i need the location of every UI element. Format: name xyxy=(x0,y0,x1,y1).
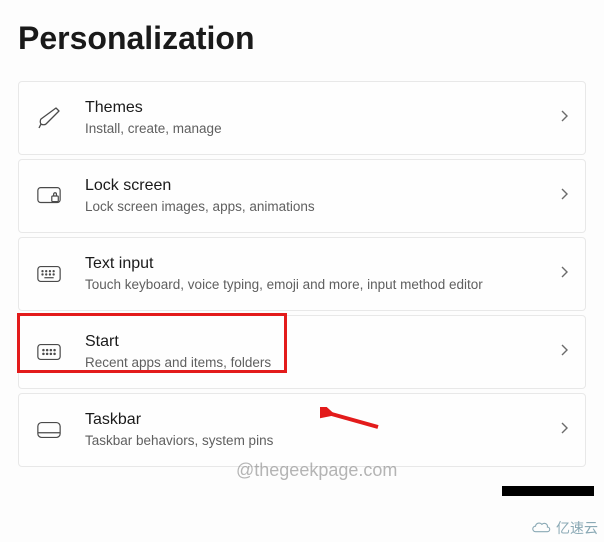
item-title: Start xyxy=(85,332,537,353)
watermark: @thegeekpage.com xyxy=(236,460,397,481)
item-desc: Taskbar behaviors, system pins xyxy=(85,432,537,450)
item-title: Themes xyxy=(85,98,537,119)
chevron-right-icon xyxy=(557,421,571,440)
item-desc: Lock screen images, apps, animations xyxy=(85,198,537,216)
item-desc: Recent apps and items, folders xyxy=(85,354,537,372)
chevron-right-icon xyxy=(557,343,571,362)
brand-watermark: 亿速云 xyxy=(530,518,598,538)
setting-item-start[interactable]: Start Recent apps and items, folders xyxy=(18,315,586,389)
keyboard-icon xyxy=(33,261,65,287)
chevron-right-icon xyxy=(557,265,571,284)
chevron-right-icon xyxy=(557,109,571,128)
start-icon xyxy=(33,339,65,365)
item-title: Taskbar xyxy=(85,410,537,431)
redaction-bar xyxy=(502,486,594,496)
setting-item-lock-screen[interactable]: Lock screen Lock screen images, apps, an… xyxy=(18,159,586,233)
setting-item-themes[interactable]: Themes Install, create, manage xyxy=(18,81,586,155)
paintbrush-icon xyxy=(33,105,65,131)
setting-item-taskbar[interactable]: Taskbar Taskbar behaviors, system pins xyxy=(18,393,586,467)
page-title: Personalization xyxy=(0,0,604,81)
cloud-icon xyxy=(530,521,552,535)
item-desc: Install, create, manage xyxy=(85,120,537,138)
item-title: Lock screen xyxy=(85,176,537,197)
item-title: Text input xyxy=(85,254,537,275)
chevron-right-icon xyxy=(557,187,571,206)
settings-list: Themes Install, create, manage Lock scre… xyxy=(0,81,604,467)
item-desc: Touch keyboard, voice typing, emoji and … xyxy=(85,276,537,294)
setting-item-text-input[interactable]: Text input Touch keyboard, voice typing,… xyxy=(18,237,586,311)
taskbar-icon xyxy=(33,417,65,443)
lock-screen-icon xyxy=(33,183,65,209)
